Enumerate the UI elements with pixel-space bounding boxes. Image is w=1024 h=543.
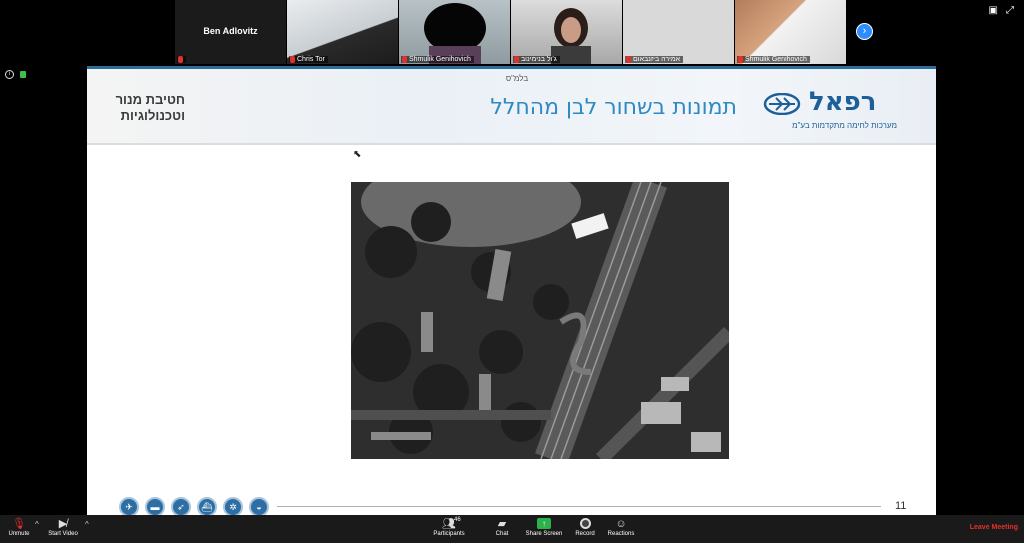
ship-icon: ⛴ (197, 497, 217, 517)
vehicle-icon: ◒ (249, 497, 269, 517)
logo-word: רפאל (809, 87, 877, 117)
muted-mic-icon (626, 56, 631, 63)
record-label: Record (575, 531, 595, 537)
info-icon[interactable]: i (5, 70, 14, 79)
reactions-button[interactable]: ☺ Reactions (596, 517, 646, 537)
participant-tile[interactable]: אמירה ביזנבאום (623, 0, 734, 64)
participant-tile[interactable]: ג'ול בנימינוב (511, 0, 622, 64)
satellite-image (351, 182, 729, 459)
start-video-label: Start Video (48, 531, 78, 537)
participant-name: Shmulik Genihovich (745, 56, 807, 63)
participant-name: Ben Adlovitz (203, 26, 258, 36)
aerial-photo-graphic (351, 182, 729, 459)
participant-tile[interactable]: Shmulik Genihovich (735, 0, 846, 64)
participants-button[interactable]: 👥︎ 46 Participants (424, 517, 474, 537)
participant-label: אמירה ביזנבאום (625, 56, 684, 63)
participants-label: Participants (433, 531, 465, 537)
participant-name: ג'ול בנימינוב (521, 56, 557, 63)
footer-icon-row: ✈ ▬ ➶ ⛴ ✲ ◒ (119, 497, 269, 517)
participant-label: Chris Tor (289, 56, 328, 63)
muted-mic-icon (290, 56, 295, 63)
participant-count: 46 (454, 517, 461, 523)
participant-label: Shmulik Genihovich (401, 56, 474, 63)
meeting-info: i (5, 70, 26, 79)
zoom-window: Ben Adlovitz Chris Tor Shmulik Genihovic… (0, 0, 1024, 543)
share-screen-label: Share Screen (525, 531, 563, 537)
rafael-emblem-icon (763, 93, 801, 115)
chevron-right-icon[interactable]: › (856, 23, 873, 40)
rafael-logo: רפאל מערכות לחימה מתקדמות בע"מ (757, 87, 907, 137)
muted-mic-icon (514, 56, 519, 63)
muted-mic-icon (402, 56, 407, 63)
tank-icon: ▬ (145, 497, 165, 517)
logo-tagline: מערכות לחימה מתקדמות בע"מ (792, 121, 897, 130)
classification-label: בלמ"ס (505, 74, 529, 83)
participant-tile[interactable]: Chris Tor (287, 0, 398, 64)
muted-mic-icon: 🎙︎ (12, 518, 26, 530)
start-video-button[interactable]: ▶︎̸ Start Video (38, 517, 88, 537)
slide-header: בלמ"ס חטיבת מנור וטכנולוגיות תמונות בשחו… (87, 66, 936, 143)
reactions-icon: ☺ (615, 518, 627, 530)
page-number: 11 (895, 500, 907, 512)
video-options-caret-icon[interactable]: ^ (85, 520, 89, 529)
shared-slide: בלמ"ס חטיבת מנור וטכנולוגיות תמונות בשחו… (87, 66, 936, 517)
video-off-icon: ▶︎̸ (58, 518, 68, 530)
satellite-icon: ✲ (223, 497, 243, 517)
club-name: חטיבת מנור וטכנולוגיות (115, 92, 185, 123)
mouse-cursor-icon: ⬉ (353, 149, 362, 160)
muted-mic-icon (178, 56, 183, 63)
lock-icon[interactable] (20, 71, 26, 78)
participant-label: ג'ול בנימינוב (513, 56, 560, 63)
share-screen-icon: ↑ (537, 518, 551, 529)
missile-icon: ➶ (171, 497, 191, 517)
leave-meeting-button[interactable]: Leave Meeting (970, 524, 1018, 531)
reactions-label: Reactions (607, 531, 635, 537)
view-controls: ▣ ⤢ (989, 5, 1014, 16)
participant-tile[interactable]: Ben Adlovitz (175, 0, 286, 64)
muted-mic-icon (738, 56, 743, 63)
aircraft-icon: ✈ (119, 497, 139, 517)
fullscreen-icon[interactable]: ⤢ (1006, 5, 1014, 16)
gallery-view-icon[interactable]: ▣ (989, 5, 998, 16)
participant-video (551, 8, 591, 64)
gallery-strip: Ben Adlovitz Chris Tor Shmulik Genihovic… (175, 0, 850, 64)
record-icon (579, 518, 591, 529)
chat-icon: ▰ (497, 518, 507, 530)
chat-label: Chat (495, 531, 509, 537)
blurred-face-graphic (424, 3, 486, 64)
unmute-label: Unmute (8, 531, 30, 537)
participant-name: Shmulik Genihovich (409, 56, 471, 63)
slide-title: תמונות בשחור לבן מהחלל (490, 95, 737, 120)
participant-name: אמירה ביזנבאום (633, 56, 681, 63)
participant-name: Chris Tor (297, 56, 325, 63)
footer-divider (277, 506, 881, 507)
mute-indicator (177, 56, 186, 63)
meeting-toolbar: 🎙︎ Unmute ^ ▶︎̸ Start Video ^ 👥︎ 46 Part… (0, 515, 1024, 543)
participant-label: Shmulik Genihovich (737, 56, 810, 63)
participant-tile[interactable]: Shmulik Genihovich (399, 0, 510, 64)
header-divider (87, 143, 936, 145)
